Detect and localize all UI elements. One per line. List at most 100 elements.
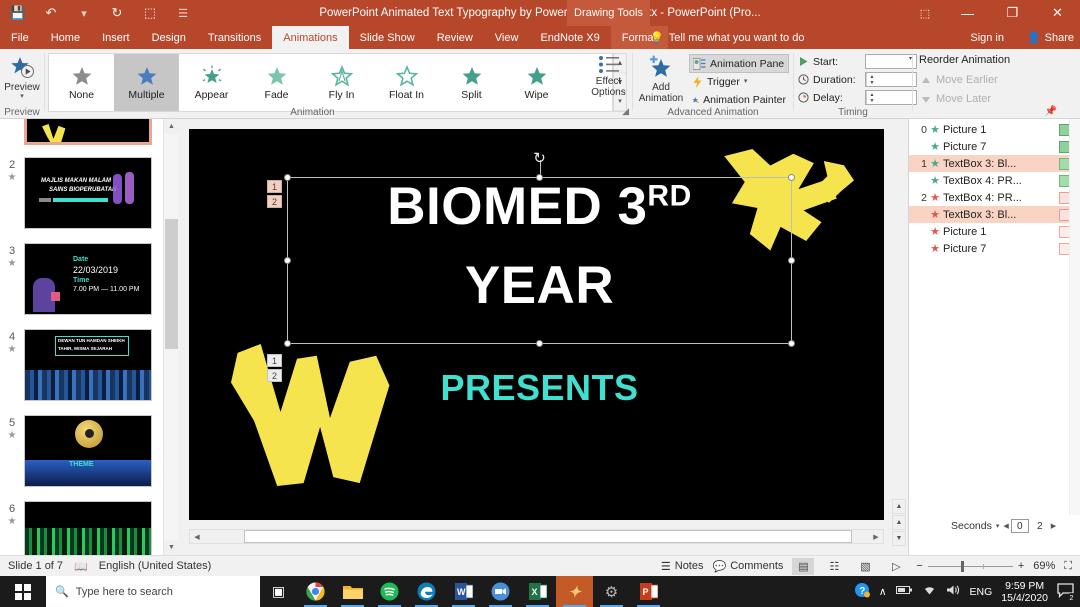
animation-badge-title-2[interactable]: 2 xyxy=(267,195,282,208)
help-icon[interactable]: ? xyxy=(854,582,870,601)
wifi-icon[interactable] xyxy=(922,584,937,599)
animation-split[interactable]: Split xyxy=(439,54,504,111)
animation-row[interactable]: 2 ★ TextBox 4: PR... xyxy=(909,189,1080,206)
thumbnail-preview[interactable]: DEWAN TUN HAMDAN SHEIKH TAHIR, WISMA SEJ… xyxy=(24,329,152,401)
collapse-ribbon-icon[interactable]: 📌 xyxy=(1045,106,1057,117)
scroll-left-icon[interactable]: ◀ xyxy=(190,533,204,541)
tab-animations[interactable]: Animations xyxy=(272,26,348,49)
thumbnail-slide-3[interactable]: 3 ★ Date 22/03/2019 Time 7.00 PM — 11.00… xyxy=(0,243,178,315)
save-icon[interactable]: 💾 xyxy=(8,3,28,23)
slide-editing-area[interactable]: ↻ 1 2 1 2 BIOMED 3RD YEAR PRESENTS xyxy=(178,119,908,555)
trigger-button[interactable]: Trigger ▾ xyxy=(689,73,789,91)
taskbar-app-orange[interactable]: ✦ xyxy=(556,576,593,607)
thumbnail-slide-5[interactable]: 5 ★ THEME xyxy=(0,415,178,487)
quick-access-toolbar[interactable]: 💾 ↶ ▾ ↻ ⬚ ☰ xyxy=(8,0,193,26)
tab-insert[interactable]: Insert xyxy=(91,26,141,49)
taskbar-excel[interactable]: X xyxy=(519,576,556,607)
taskbar-search[interactable]: 🔍 Type here to search xyxy=(46,576,260,607)
chevron-down-icon[interactable]: ▾ xyxy=(996,522,1000,530)
thumbnail-slide-1[interactable]: 1 xyxy=(0,119,178,145)
scroll-up-icon[interactable]: ▲ xyxy=(164,119,179,134)
animation-none[interactable]: None xyxy=(49,54,114,111)
resize-handle-se[interactable] xyxy=(788,340,795,347)
scale-start-value[interactable]: 0 xyxy=(1011,519,1029,533)
spinner-icon[interactable]: ▲▼ xyxy=(866,91,877,104)
comments-button[interactable]: 💬 Comments xyxy=(713,560,784,573)
animation-badge-presents-1[interactable]: 1 xyxy=(267,354,282,367)
notification-center-button[interactable]: 2 xyxy=(1057,583,1074,601)
fit-to-window-icon[interactable]: ⛶ xyxy=(1064,560,1072,573)
animation-multiple[interactable]: Multiple xyxy=(114,54,179,111)
scale-right-icon[interactable]: ▶ xyxy=(1051,522,1056,530)
thumbnail-slide-4[interactable]: 4 ★ DEWAN TUN HAMDAN SHEIKH TAHIR, WISMA… xyxy=(0,329,178,401)
delay-input[interactable]: ▲▼ xyxy=(865,90,917,105)
start-button[interactable] xyxy=(0,576,46,607)
scroll-down-icon[interactable]: ▼ xyxy=(164,540,179,555)
language-indicator[interactable]: English (United States) xyxy=(99,560,212,572)
normal-view-button[interactable]: ▤ xyxy=(792,558,814,575)
ribbon-display-options-icon[interactable]: ⬚ xyxy=(905,0,945,26)
scrollbar-thumb[interactable] xyxy=(244,530,852,543)
chevron-down-icon[interactable]: ▾ xyxy=(744,79,748,85)
taskbar-app-grey[interactable]: ⚙ xyxy=(593,576,630,607)
tab-review[interactable]: Review xyxy=(426,26,484,49)
tab-slide-show[interactable]: Slide Show xyxy=(349,26,426,49)
animation-fade[interactable]: Fade xyxy=(244,54,309,111)
share-button[interactable]: 👤 Share xyxy=(1027,26,1074,49)
spinner-icon[interactable]: ▲▼ xyxy=(866,73,877,86)
animation-row[interactable]: ★ TextBox 4: PR... xyxy=(909,172,1080,189)
taskbar-powerpoint[interactable]: P xyxy=(630,576,667,607)
timeline-scale[interactable]: ◀ 0 2 ▶ xyxy=(1003,519,1056,533)
seconds-label[interactable]: Seconds xyxy=(951,520,992,532)
taskbar-zoom[interactable] xyxy=(482,576,519,607)
animation-pane-scrollbar[interactable] xyxy=(1069,119,1080,515)
sign-in-button[interactable]: Sign in xyxy=(970,26,1004,49)
animation-badge-title-1[interactable]: 1 xyxy=(267,180,282,193)
zoom-in-icon[interactable]: + xyxy=(1018,560,1024,572)
scale-end-value[interactable]: 2 xyxy=(1031,519,1049,533)
taskbar-spotify[interactable] xyxy=(371,576,408,607)
thumbnail-pane-scrollbar[interactable]: ▲ ▼ xyxy=(163,119,178,555)
volume-icon[interactable] xyxy=(946,584,961,599)
thumbnail-preview[interactable]: MAJLIS MAKAN MALAM SAINS BIOPERUBATAN xyxy=(24,157,152,229)
animation-badge-presents-2[interactable]: 2 xyxy=(267,369,282,382)
tab-design[interactable]: Design xyxy=(141,26,197,49)
scale-left-icon[interactable]: ◀ xyxy=(1003,522,1008,530)
task-view-button[interactable]: ▣ xyxy=(260,576,297,607)
animation-dialog-launcher-icon[interactable]: ◢ xyxy=(622,106,629,117)
slide-horizontal-scrollbar[interactable]: ◀ ▶ xyxy=(189,529,884,544)
previous-slide-icon[interactable]: ▲ xyxy=(892,499,906,514)
tell-me-search[interactable]: 💡 Tell me what you want to do xyxy=(650,26,804,49)
preview-button[interactable]: Preview ▾ xyxy=(3,52,41,104)
zoom-track[interactable] xyxy=(928,566,1013,567)
next-slide-icon[interactable]: ▼ xyxy=(892,531,906,546)
customize-qat-icon[interactable]: ☰ xyxy=(173,3,193,23)
add-animation-button[interactable]: Add Animation xyxy=(637,53,685,109)
duration-input[interactable]: ▲▼ xyxy=(865,72,917,87)
thumbnail-preview[interactable]: THEME xyxy=(24,415,152,487)
animation-pane-button[interactable]: Animation Pane xyxy=(689,54,789,73)
resize-handle-sw[interactable] xyxy=(284,340,291,347)
tab-home[interactable]: Home xyxy=(40,26,91,49)
current-slide-canvas[interactable]: ↻ 1 2 1 2 BIOMED 3RD YEAR PRESENTS xyxy=(189,129,884,520)
slide-up-icon[interactable]: ▲ xyxy=(892,515,906,530)
move-earlier-button[interactable]: Move Earlier xyxy=(921,74,998,86)
chevron-down-icon[interactable]: ▾ xyxy=(20,94,24,100)
resize-handle-s[interactable] xyxy=(536,340,543,347)
undo-icon[interactable]: ↶ xyxy=(41,3,61,23)
battery-icon[interactable] xyxy=(896,585,913,598)
animation-row[interactable]: ★ Picture 1 xyxy=(909,223,1080,240)
zoom-knob[interactable] xyxy=(961,561,964,572)
animation-float-in[interactable]: Float In xyxy=(374,54,439,111)
animation-pane[interactable]: 0 ★ Picture 1 ★ Picture 7 1 ★ TextBox 3:… xyxy=(908,119,1080,555)
tab-file[interactable]: File xyxy=(0,26,40,49)
start-presentation-icon[interactable]: ⬚ xyxy=(140,3,160,23)
minimize-icon[interactable]: — xyxy=(945,0,990,26)
animation-row-selected[interactable]: ★ TextBox 3: Bl... ▾ xyxy=(909,206,1080,223)
move-later-button[interactable]: Move Later xyxy=(921,93,991,105)
slide-thumbnail-pane[interactable]: 1 2 ★ MAJLIS MAKAN MALAM SAINS BIOPERUBA… xyxy=(0,119,178,555)
language-indicator-taskbar[interactable]: ENG xyxy=(970,586,993,598)
animation-gallery[interactable]: None Multiple Appear Fade xyxy=(48,53,613,112)
taskbar-edge[interactable] xyxy=(408,576,445,607)
thumbnail-slide-6[interactable]: 6 ★ xyxy=(0,501,178,555)
